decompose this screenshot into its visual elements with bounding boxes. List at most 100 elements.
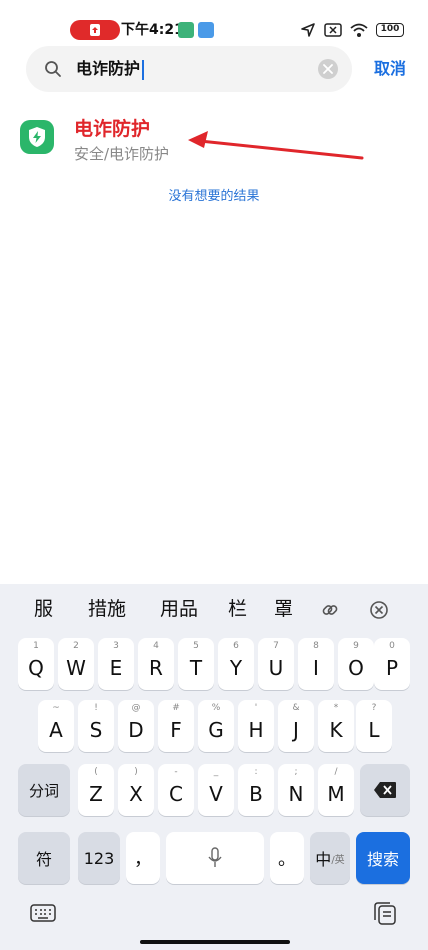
key-g[interactable]: % G: [198, 700, 234, 752]
key-i[interactable]: 8I: [298, 638, 334, 690]
key-a[interactable]: ~ A: [38, 700, 74, 752]
key-label: E: [109, 656, 123, 680]
key-b[interactable]: :B: [238, 764, 274, 816]
keyboard-switch-icon[interactable]: [30, 904, 56, 924]
battery-indicator: 100: [376, 23, 404, 37]
key-s[interactable]: ! S: [78, 700, 114, 752]
key-hint: 1: [33, 641, 39, 651]
candidate-word[interactable]: 用品: [160, 596, 198, 622]
wifi-icon: [350, 23, 368, 37]
key-label: V: [209, 782, 223, 806]
comma-key[interactable]: ，: [126, 832, 160, 884]
close-candidates-icon[interactable]: [369, 600, 389, 620]
key-t[interactable]: 5T: [178, 638, 214, 690]
candidate-word[interactable]: 栏: [228, 596, 247, 622]
security-app-icon: [20, 120, 54, 154]
backspace-icon: [374, 782, 396, 798]
key-label: F: [170, 718, 182, 742]
key-z[interactable]: (Z: [78, 764, 114, 816]
no-sim-icon: [324, 23, 342, 37]
no-result-feedback-link[interactable]: 没有想要的结果: [0, 187, 428, 207]
search-input[interactable]: 电诈防护: [76, 57, 145, 81]
key-label: S: [89, 718, 103, 742]
key-u[interactable]: 7U: [258, 638, 294, 690]
key-label: C: [169, 782, 183, 806]
annotation-arrow: [188, 131, 364, 160]
language-main-label: 中: [315, 850, 332, 869]
key-h[interactable]: ' H: [238, 700, 274, 752]
key-hint: *: [333, 703, 339, 713]
key-m[interactable]: / M: [318, 764, 354, 816]
key-q[interactable]: 1Q: [18, 638, 54, 690]
key-label: U: [268, 656, 284, 680]
period-key[interactable]: 。: [270, 832, 304, 884]
cancel-button[interactable]: 取消: [374, 58, 406, 80]
key-o[interactable]: 9O: [338, 638, 374, 690]
key-k[interactable]: * K: [318, 700, 354, 752]
clear-search-button[interactable]: [318, 59, 338, 79]
key-label: A: [49, 718, 63, 742]
key-w[interactable]: 2W: [58, 638, 94, 690]
key-label: Z: [89, 782, 103, 806]
key-r[interactable]: 4R: [138, 638, 174, 690]
key-label: D: [128, 718, 144, 742]
key-label: B: [249, 782, 263, 806]
notification-calendar-icon: [198, 22, 214, 38]
candidate-word[interactable]: 服: [34, 596, 53, 622]
key-label: W: [66, 656, 86, 680]
segment-key[interactable]: 分词: [18, 764, 70, 816]
key-label: P: [385, 656, 399, 680]
key-e[interactable]: 3E: [98, 638, 134, 690]
key-v[interactable]: _ V: [198, 764, 234, 816]
key-hint: 3: [113, 641, 119, 651]
key-hint: 4: [153, 641, 159, 651]
key-n[interactable]: ; N: [278, 764, 314, 816]
candidate-word[interactable]: 罩: [274, 596, 293, 622]
key-f[interactable]: # F: [158, 700, 194, 752]
backspace-button[interactable]: [360, 764, 410, 816]
microphone-icon: [208, 847, 222, 867]
space-bar[interactable]: [166, 832, 264, 884]
link-icon[interactable]: [320, 600, 340, 620]
search-bar[interactable]: 电诈防护: [26, 46, 352, 92]
result-path: 安全/电诈防护: [74, 145, 170, 163]
key-y[interactable]: 6Y: [218, 638, 254, 690]
key-hint: 9: [353, 641, 359, 651]
symbol-key[interactable]: 符: [18, 832, 70, 884]
key-l[interactable]: ? L: [356, 700, 392, 752]
key-hint: 6: [233, 641, 239, 651]
language-switch-key[interactable]: 中/英: [310, 832, 350, 884]
close-icon: [323, 64, 333, 74]
home-indicator[interactable]: [140, 940, 290, 944]
number-key[interactable]: 123: [78, 832, 120, 884]
key-label: X: [129, 782, 143, 806]
key-j[interactable]: & J: [278, 700, 314, 752]
key-label: M: [327, 782, 345, 806]
key-d[interactable]: @ D: [118, 700, 154, 752]
key-hint: 0: [389, 641, 395, 651]
soft-keyboard: 服 措施 用品 栏 罩 1Q 2W 3E 4R 5T 6Y 7U 8I 9O 0…: [0, 584, 428, 950]
status-bar: 下午4:21 100: [0, 0, 428, 40]
key-x[interactable]: ) X: [118, 764, 154, 816]
key-hint: :: [254, 767, 258, 777]
key-hint: %: [211, 703, 221, 713]
key-label: K: [329, 718, 343, 742]
key-c[interactable]: -C: [158, 764, 194, 816]
key-hint: 8: [313, 641, 319, 651]
upload-icon: [90, 24, 100, 36]
key-label: L: [368, 718, 380, 742]
key-label: T: [189, 656, 203, 680]
key-hint: /: [334, 767, 338, 777]
screen-record-indicator[interactable]: [70, 20, 120, 40]
search-submit-button[interactable]: 搜索: [356, 832, 410, 884]
key-p[interactable]: 0P: [374, 638, 410, 690]
shield-lightning-icon: [29, 127, 45, 147]
clipboard-icon[interactable]: [372, 902, 398, 926]
key-hint: ): [134, 767, 138, 777]
candidate-word[interactable]: 措施: [88, 596, 126, 622]
key-hint: 2: [73, 641, 79, 651]
key-label: I: [313, 656, 319, 680]
language-sub-label: /英: [331, 854, 345, 866]
key-hint: 7: [273, 641, 279, 651]
status-time: 下午4:21: [121, 22, 184, 38]
